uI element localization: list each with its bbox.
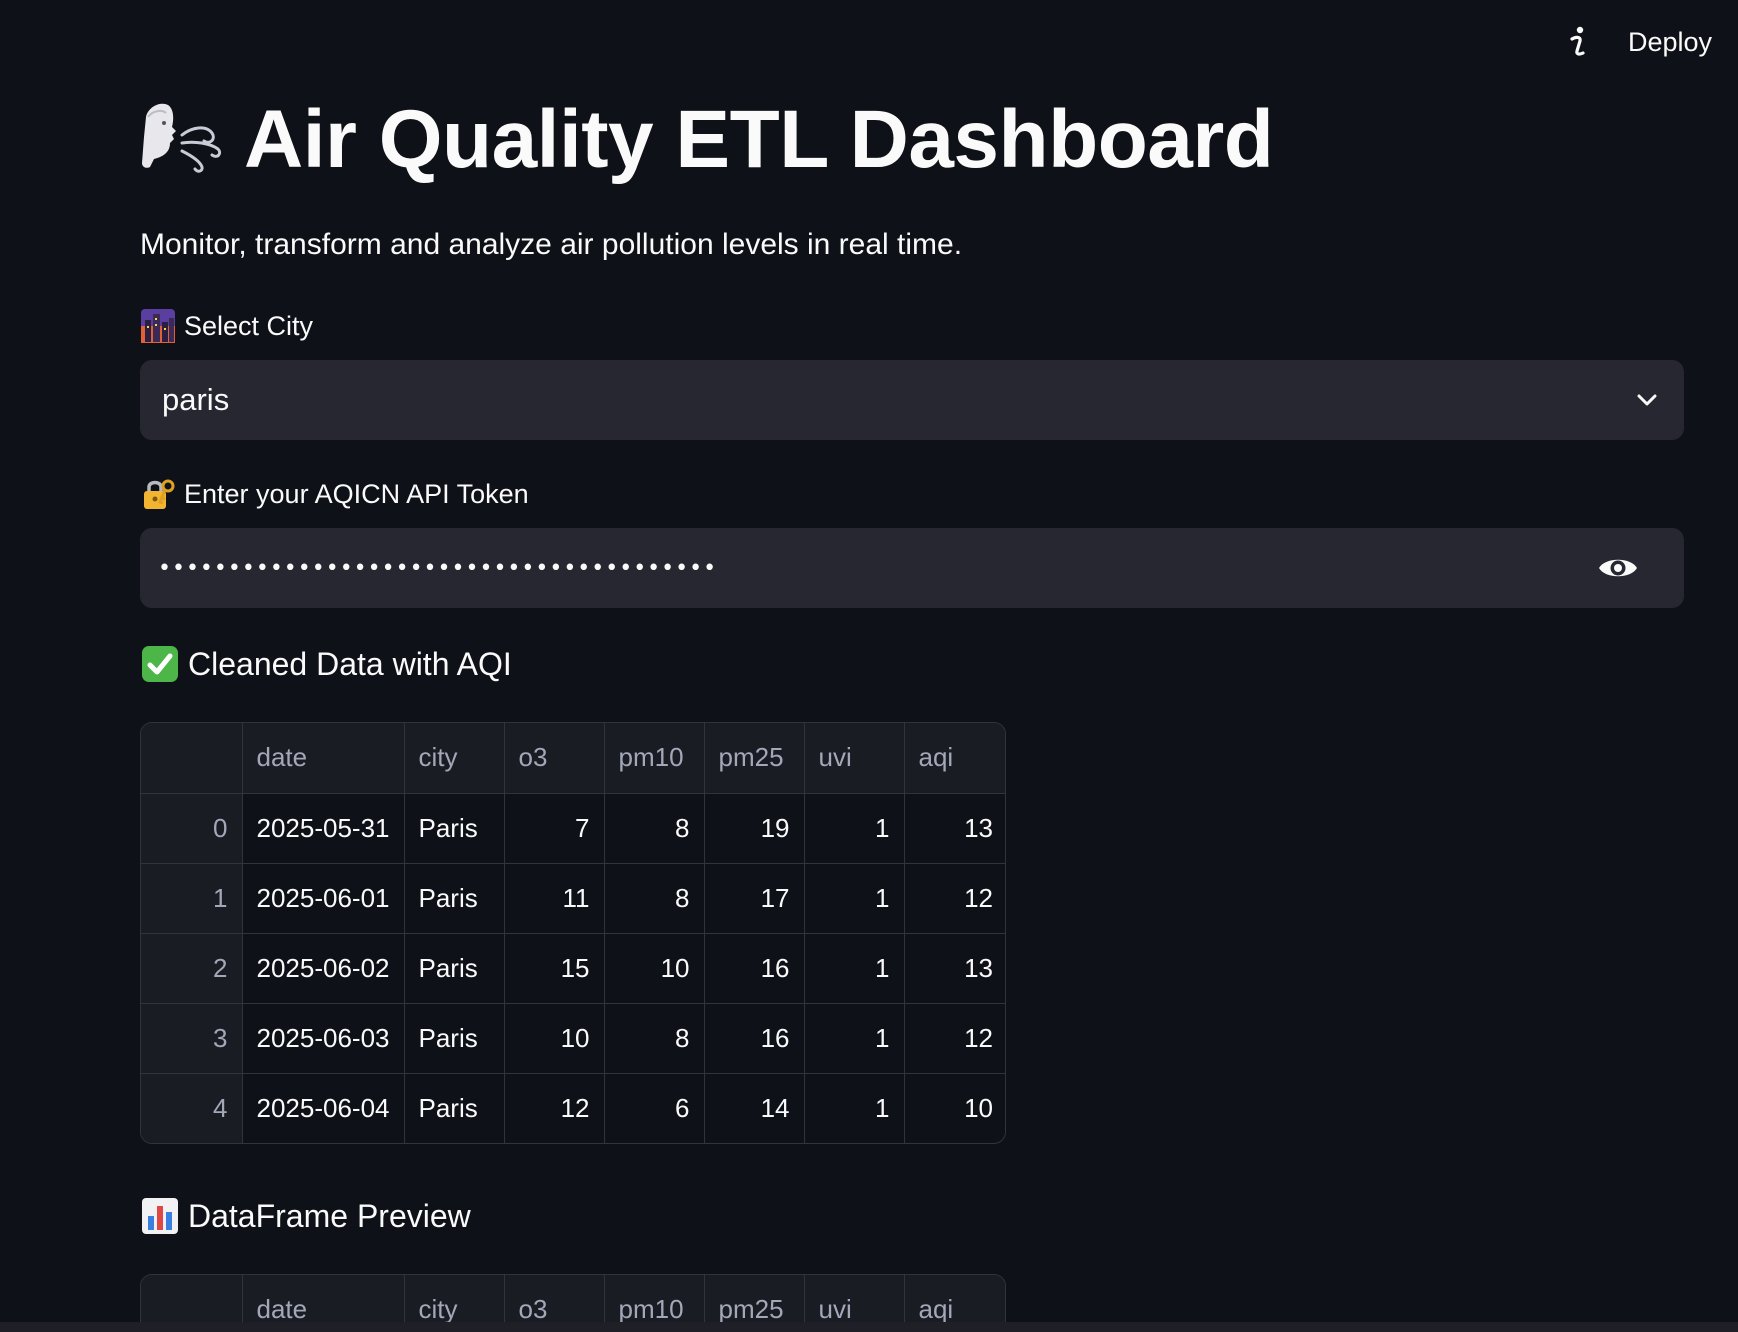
table-header-row: date city o3 pm10 pm25 uvi aqi bbox=[141, 723, 1005, 794]
cell-pm25[interactable]: 16 bbox=[704, 1003, 805, 1074]
column-header-aqi[interactable]: aqi bbox=[904, 723, 1005, 794]
cell-city[interactable]: Paris bbox=[404, 1073, 505, 1143]
cell-uvi[interactable]: 1 bbox=[804, 793, 905, 864]
column-header-pm10[interactable]: pm10 bbox=[604, 723, 705, 794]
column-header-uvi[interactable]: uvi bbox=[804, 723, 905, 794]
column-header-date[interactable]: date bbox=[242, 723, 405, 794]
lock-with-key-icon bbox=[144, 479, 175, 509]
cell-aqi[interactable]: 10 bbox=[904, 1073, 1005, 1143]
bar-chart-icon bbox=[142, 1198, 178, 1234]
row-index: 2 bbox=[141, 933, 243, 1004]
token-input-label: Enter your AQICN API Token bbox=[140, 476, 529, 512]
table-row: 4 2025-06-04 Paris 12 6 14 1 10 bbox=[141, 1073, 1005, 1143]
cell-pm25[interactable]: 14 bbox=[704, 1073, 805, 1143]
cell-o3[interactable]: 12 bbox=[504, 1073, 605, 1143]
column-header-pm25[interactable]: pm25 bbox=[704, 723, 805, 794]
city-select-value: paris bbox=[162, 382, 230, 417]
deploy-button[interactable]: Deploy bbox=[1628, 22, 1712, 62]
cell-date[interactable]: 2025-05-31 bbox=[242, 793, 405, 864]
cell-pm10[interactable]: 6 bbox=[604, 1073, 705, 1143]
face-blowing-wind-icon bbox=[142, 103, 222, 173]
token-input-label-text: Enter your AQICN API Token bbox=[184, 478, 529, 509]
dataframe-preview-heading: DataFrame Preview bbox=[140, 1196, 471, 1236]
app-page: Deploy Air Quality ETL Dashboard Monitor… bbox=[0, 0, 1738, 1332]
cityscape-icon bbox=[141, 309, 175, 343]
cell-uvi[interactable]: 1 bbox=[804, 1073, 905, 1143]
cell-date[interactable]: 2025-06-01 bbox=[242, 863, 405, 934]
city-select[interactable]: paris bbox=[140, 360, 1684, 440]
cell-pm25[interactable]: 16 bbox=[704, 933, 805, 1004]
cell-pm10[interactable]: 10 bbox=[604, 933, 705, 1004]
page-title: Air Quality ETL Dashboard bbox=[244, 94, 1274, 185]
cell-uvi[interactable]: 1 bbox=[804, 863, 905, 934]
cell-o3[interactable]: 15 bbox=[504, 933, 605, 1004]
cell-uvi[interactable]: 1 bbox=[804, 933, 905, 1004]
cell-aqi[interactable]: 12 bbox=[904, 863, 1005, 934]
cell-city[interactable]: Paris bbox=[404, 1003, 505, 1074]
chevron-down-icon bbox=[1637, 394, 1657, 406]
cell-pm25[interactable]: 17 bbox=[704, 863, 805, 934]
api-token-input[interactable] bbox=[158, 555, 1596, 581]
cleaned-data-heading-text: Cleaned Data with AQI bbox=[188, 645, 512, 682]
cell-aqi[interactable]: 13 bbox=[904, 793, 1005, 864]
cell-date[interactable]: 2025-06-03 bbox=[242, 1003, 405, 1074]
cell-aqi[interactable]: 13 bbox=[904, 933, 1005, 1004]
dataframe-preview-heading-text: DataFrame Preview bbox=[188, 1197, 471, 1234]
table-row: 0 2025-05-31 Paris 7 8 19 1 13 bbox=[141, 793, 1005, 864]
cell-o3[interactable]: 7 bbox=[504, 793, 605, 864]
city-select-label-text: Select City bbox=[184, 310, 314, 341]
cell-pm10[interactable]: 8 bbox=[604, 793, 705, 864]
cell-o3[interactable]: 10 bbox=[504, 1003, 605, 1074]
row-index: 1 bbox=[141, 863, 243, 934]
check-mark-button-icon bbox=[142, 646, 178, 682]
row-index: 0 bbox=[141, 793, 243, 864]
api-token-field[interactable] bbox=[140, 528, 1684, 608]
table-row: 2 2025-06-02 Paris 15 10 16 1 13 bbox=[141, 933, 1005, 1004]
cell-date[interactable]: 2025-06-04 bbox=[242, 1073, 405, 1143]
column-header-o3[interactable]: o3 bbox=[504, 723, 605, 794]
eye-icon[interactable] bbox=[1596, 546, 1640, 590]
row-index: 4 bbox=[141, 1073, 243, 1143]
bottom-scrollbar[interactable] bbox=[0, 1322, 1738, 1332]
top-toolbar: Deploy bbox=[0, 0, 1738, 84]
cell-city[interactable]: Paris bbox=[404, 933, 505, 1004]
cell-uvi[interactable]: 1 bbox=[804, 1003, 905, 1074]
cell-aqi[interactable]: 12 bbox=[904, 1003, 1005, 1074]
city-select-label: Select City bbox=[140, 308, 313, 344]
cell-date[interactable]: 2025-06-02 bbox=[242, 933, 405, 1004]
cell-o3[interactable]: 11 bbox=[504, 863, 605, 934]
column-header-city[interactable]: city bbox=[404, 723, 505, 794]
table-row: 3 2025-06-03 Paris 10 8 16 1 12 bbox=[141, 1003, 1005, 1074]
info-icon[interactable] bbox=[1562, 22, 1594, 62]
page-subtitle: Monitor, transform and analyze air pollu… bbox=[140, 228, 963, 261]
cleaned-data-heading: Cleaned Data with AQI bbox=[140, 644, 512, 684]
table-row: 1 2025-06-01 Paris 11 8 17 1 12 bbox=[141, 863, 1005, 934]
cell-city[interactable]: Paris bbox=[404, 793, 505, 864]
cell-pm25[interactable]: 19 bbox=[704, 793, 805, 864]
title-row: Air Quality ETL Dashboard bbox=[140, 92, 1274, 188]
cell-pm10[interactable]: 8 bbox=[604, 863, 705, 934]
cell-city[interactable]: Paris bbox=[404, 863, 505, 934]
row-index: 3 bbox=[141, 1003, 243, 1074]
column-header-index bbox=[141, 723, 243, 794]
cell-pm10[interactable]: 8 bbox=[604, 1003, 705, 1074]
cleaned-data-table[interactable]: date city o3 pm10 pm25 uvi aqi 0 2025-05… bbox=[140, 722, 1006, 1144]
